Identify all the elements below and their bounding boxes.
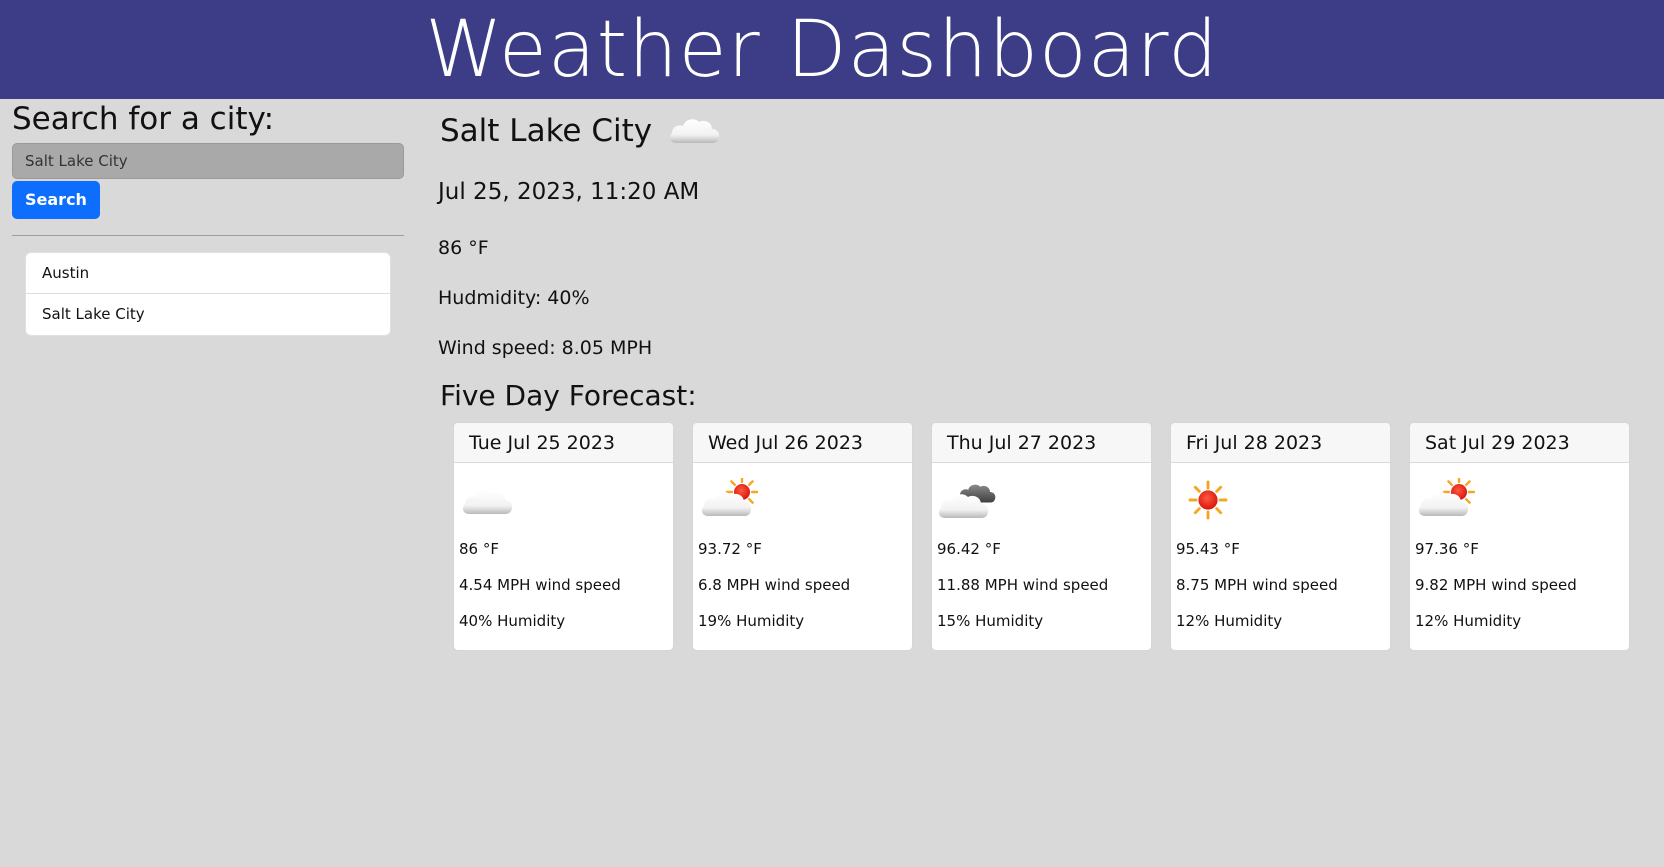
- cloud-icon: [459, 475, 673, 525]
- current-datetime: Jul 25, 2023, 11:20 AM: [438, 179, 700, 205]
- app-title: Weather Dashboard: [425, 4, 1219, 95]
- forecast-card: Sat Jul 29 2023 97.36 °F 9.82 MPH wind s…: [1409, 422, 1630, 651]
- forecast-wind-speed: 4.54 MPH wind speed: [459, 576, 621, 594]
- forecast-temperature: 97.36 °F: [1415, 540, 1479, 558]
- forecast-humidity: 12% Humidity: [1176, 612, 1283, 630]
- forecast-date: Tue Jul 25 2023: [454, 423, 673, 463]
- current-humidity: Hudmidity: 40%: [438, 287, 590, 309]
- forecast-date: Wed Jul 26 2023: [693, 423, 912, 463]
- sidebar-divider: [12, 234, 404, 236]
- forecast-card: Tue Jul 25 2023 86 °F 4.54 MPH wind spee…: [453, 422, 674, 651]
- forecast-wind-speed: 9.82 MPH wind speed: [1415, 576, 1577, 594]
- forecast-temperature: 93.72 °F: [698, 540, 762, 558]
- partly-sunny-icon: [698, 475, 912, 525]
- forecast-humidity: 19% Humidity: [698, 612, 805, 630]
- forecast-date: Thu Jul 27 2023: [932, 423, 1151, 463]
- forecast-wind-speed: 6.8 MPH wind speed: [698, 576, 851, 594]
- forecast-humidity: 40% Humidity: [459, 612, 566, 630]
- forecast-humidity: 12% Humidity: [1415, 612, 1522, 630]
- city-search-input[interactable]: [12, 142, 404, 179]
- forecast-date: Sat Jul 29 2023: [1410, 423, 1629, 463]
- current-wind-speed: Wind speed: 8.05 MPH: [438, 337, 653, 359]
- forecast-cards: Tue Jul 25 2023 86 °F 4.54 MPH wind spee…: [453, 422, 1638, 651]
- sidebar: Search for a city: Search Austin Salt La…: [12, 99, 404, 336]
- search-heading: Search for a city:: [12, 101, 275, 137]
- cloud-icon: [668, 113, 722, 151]
- forecast-title: Five Day Forecast:: [440, 379, 697, 412]
- current-temperature: 86 °F: [438, 237, 489, 259]
- current-weather-header: Salt Lake City: [438, 113, 1638, 149]
- forecast-temperature: 86 °F: [459, 540, 499, 558]
- sun-icon: [1176, 475, 1390, 525]
- forecast-temperature: 96.42 °F: [937, 540, 1001, 558]
- forecast-card: Thu Jul 27 2023 96.42 °F 11.88 MPH wind …: [931, 422, 1152, 651]
- forecast-card: Fri Jul 28 2023 95.43 °F 8.75 MPH wind s…: [1170, 422, 1391, 651]
- search-history-list: Austin Salt Lake City: [25, 251, 391, 336]
- main-content: Salt Lake City Jul 25, 2023, 11:20 AM 86…: [438, 99, 1638, 651]
- forecast-wind-speed: 8.75 MPH wind speed: [1176, 576, 1338, 594]
- search-button[interactable]: Search: [12, 180, 100, 219]
- broken-clouds-icon: [937, 475, 1151, 525]
- forecast-card: Wed Jul 26 2023 93.72 °F 6.8 MPH wind sp…: [692, 422, 913, 651]
- forecast-humidity: 15% Humidity: [937, 612, 1044, 630]
- history-item-austin[interactable]: Austin: [26, 253, 390, 294]
- current-city-name: Salt Lake City: [440, 113, 653, 149]
- partly-sunny-icon: [1415, 475, 1629, 525]
- forecast-temperature: 95.43 °F: [1176, 540, 1240, 558]
- forecast-wind-speed: 11.88 MPH wind speed: [937, 576, 1109, 594]
- app-header: Weather Dashboard: [0, 0, 1664, 99]
- history-item-salt-lake-city[interactable]: Salt Lake City: [26, 294, 390, 335]
- forecast-date: Fri Jul 28 2023: [1171, 423, 1390, 463]
